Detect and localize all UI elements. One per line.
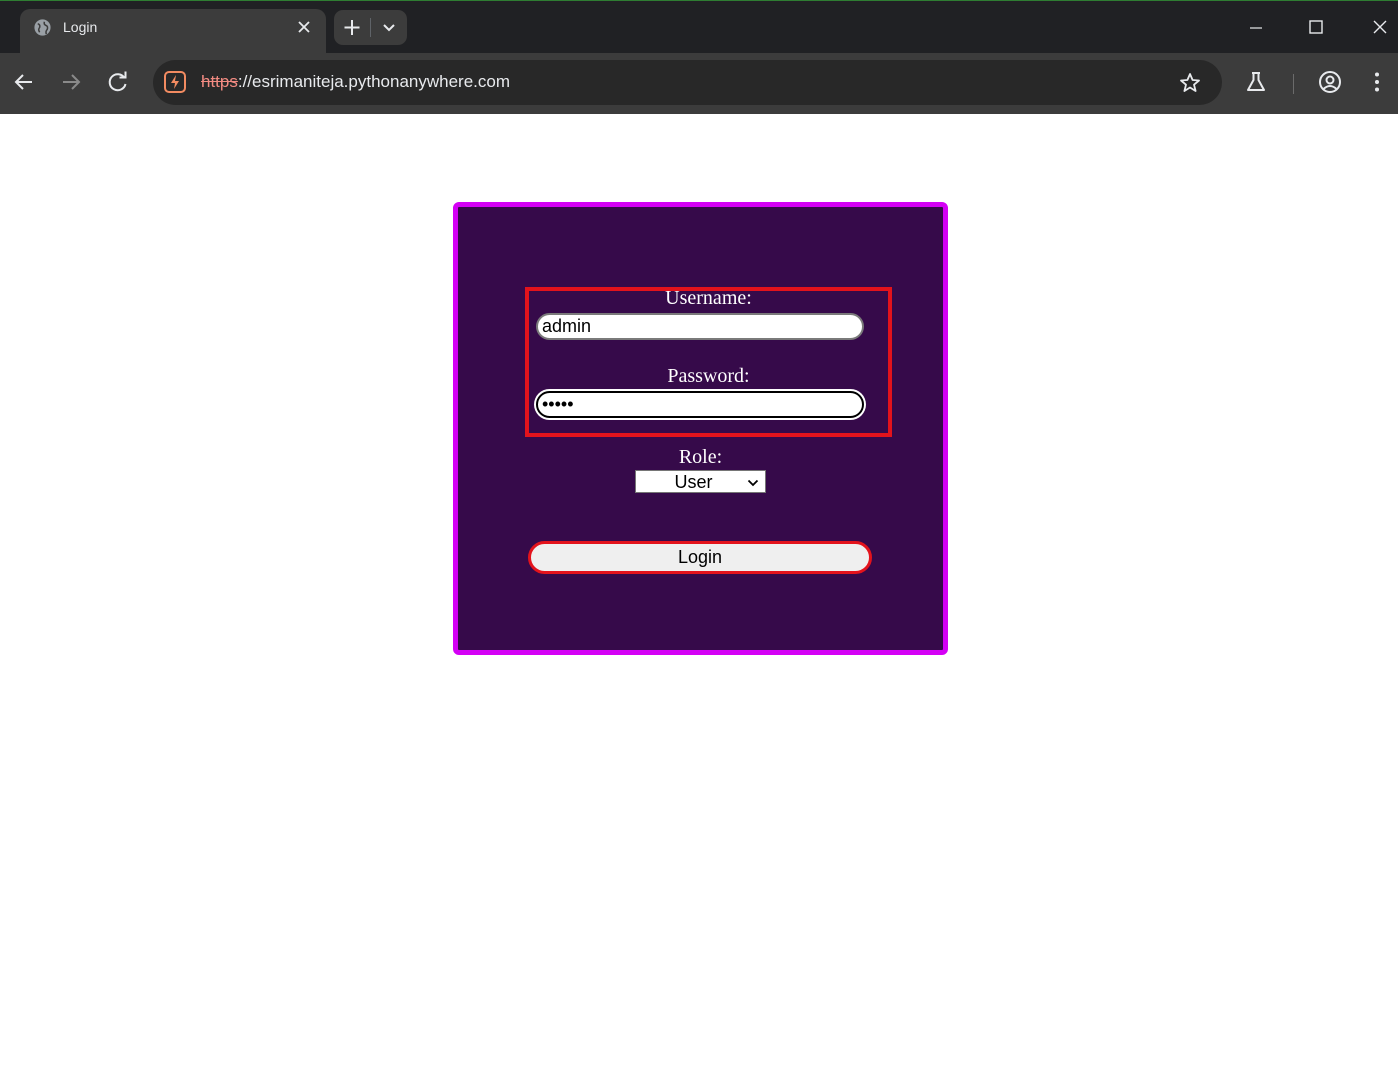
browser-tab[interactable]: Login <box>20 9 326 54</box>
globe-icon <box>34 19 51 36</box>
username-input[interactable] <box>536 313 864 340</box>
url-host: ://esrimaniteja.pythonanywhere.com <box>237 72 510 91</box>
url-scheme: https <box>201 72 238 91</box>
new-tab-icon[interactable] <box>334 10 370 45</box>
login-button[interactable]: Login <box>528 541 872 574</box>
more-options-icon[interactable] <box>1363 68 1391 96</box>
address-bar[interactable]: https://esrimaniteja.pythonanywhere.com <box>153 60 1222 105</box>
tab-actions <box>334 10 407 45</box>
profile-avatar-icon[interactable] <box>1316 68 1344 96</box>
divider <box>1293 74 1294 94</box>
browser-toolbar: https://esrimaniteja.pythonanywhere.com <box>0 53 1398 114</box>
password-label: Password: <box>667 365 750 387</box>
login-form: Username: Password: Role: User Login <box>453 202 948 655</box>
reload-icon[interactable] <box>102 66 134 98</box>
role-select[interactable]: User <box>635 470 766 493</box>
chevron-down-icon[interactable] <box>371 10 407 45</box>
maximize-icon[interactable] <box>1286 1 1346 54</box>
tab-title: Login <box>63 19 98 35</box>
minimize-icon[interactable] <box>1226 1 1286 54</box>
url-text: https://esrimaniteja.pythonanywhere.com <box>201 72 510 92</box>
credentials-highlight: Username: Password: <box>525 287 892 437</box>
username-label: Username: <box>665 287 752 309</box>
forward-arrow-icon[interactable] <box>55 66 87 98</box>
not-secure-icon[interactable] <box>163 70 187 94</box>
star-icon[interactable] <box>1178 71 1202 95</box>
close-tab-icon[interactable] <box>295 18 313 36</box>
role-label: Role: <box>678 446 723 468</box>
close-window-icon[interactable] <box>1346 1 1398 54</box>
password-input[interactable] <box>536 391 864 418</box>
chevron-down-icon <box>747 479 759 487</box>
role-selected-value: User <box>674 472 713 492</box>
tab-strip: Login <box>0 0 1398 54</box>
labs-flask-icon[interactable] <box>1242 68 1270 96</box>
back-arrow-icon[interactable] <box>8 66 40 98</box>
